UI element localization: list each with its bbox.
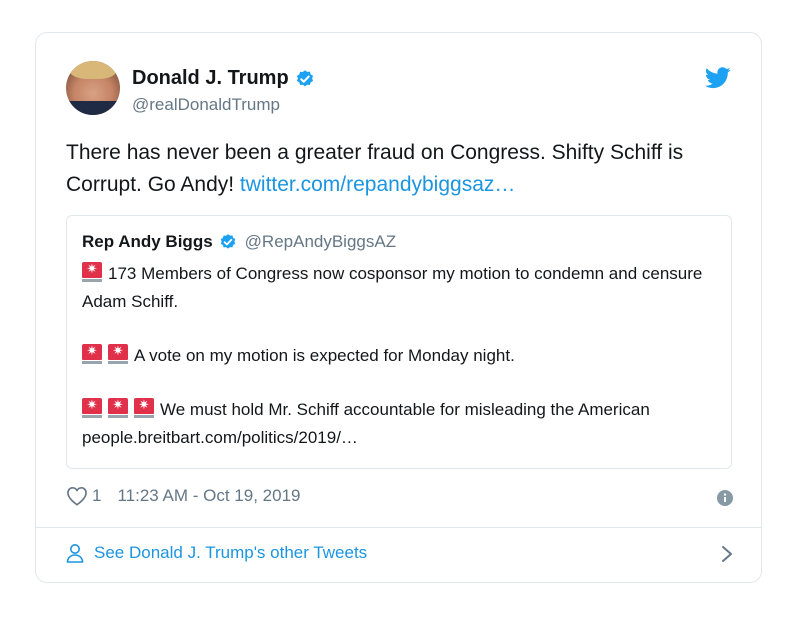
quoted-paragraph-1: ✷ 173 Members of Congress now cosponsor m… [82, 260, 722, 316]
avatar-hair [70, 61, 116, 79]
twitter-bird-icon[interactable] [705, 67, 731, 89]
quoted-tweet-body: ✷ 173 Members of Congress now cosponsor m… [82, 260, 722, 478]
other-tweets-link[interactable]: See Donald J. Trump's other Tweets [66, 543, 733, 563]
quoted-text-1: 173 Members of Congress now cosponsor my… [82, 264, 703, 311]
heart-icon[interactable] [66, 486, 88, 506]
quoted-paragraph-2: ✷ ✷ A vote on my motion is expected for Mo… [82, 342, 722, 370]
quoted-text-2: A vote on my motion is expected for Mond… [134, 346, 515, 365]
author-name[interactable]: Donald J. Trump [132, 67, 289, 90]
quoted-paragraph-3: ✷ ✷ ✷ We must hold Mr. Schiff accountable f… [82, 396, 722, 452]
siren-emoji-icon: ✷ [134, 398, 154, 418]
other-tweets-label[interactable]: See Donald J. Trump's other Tweets [94, 543, 367, 563]
tweet-timestamp[interactable]: 11:23 AM - Oct 19, 2019 [117, 486, 300, 506]
quoted-tweet[interactable]: Rep Andy Biggs @RepAndyBiggsAZ ✷ 173 Memb… [66, 215, 732, 469]
siren-group: ✷ ✷ [82, 344, 134, 365]
chevron-right-icon[interactable] [721, 545, 733, 563]
author-name-row[interactable]: Donald J. Trump [132, 67, 315, 90]
person-icon [66, 544, 84, 563]
quoted-author-handle[interactable]: @RepAndyBiggsAZ [245, 232, 396, 252]
tweet-card[interactable]: Donald J. Trump @realDonaldTrump There h… [35, 32, 762, 583]
tweet-text: There has never been a greater fraud on … [66, 137, 736, 201]
quoted-text-3: We must hold Mr. Schiff accountable for … [82, 400, 650, 447]
tweet-link[interactable]: twitter.com/repandybiggsaz… [240, 173, 515, 196]
info-icon[interactable] [717, 490, 733, 506]
quoted-tweet-header: Rep Andy Biggs @RepAndyBiggsAZ [82, 232, 396, 252]
verified-badge-icon [220, 234, 235, 249]
author-handle[interactable]: @realDonaldTrump [132, 95, 280, 115]
like-count[interactable]: 1 [92, 486, 101, 506]
siren-emoji-icon: ✷ [82, 344, 102, 364]
divider [36, 527, 761, 528]
avatar[interactable] [66, 61, 120, 115]
siren-group: ✷ ✷ ✷ [82, 398, 160, 419]
siren-group: ✷ [82, 262, 108, 283]
siren-emoji-icon: ✷ [82, 262, 102, 282]
siren-emoji-icon: ✷ [108, 344, 128, 364]
siren-emoji-icon: ✷ [108, 398, 128, 418]
avatar-suit [66, 101, 120, 115]
siren-emoji-icon: ✷ [82, 398, 102, 418]
tweet-meta: 1 11:23 AM - Oct 19, 2019 [66, 486, 733, 506]
verified-badge-icon [296, 69, 313, 86]
quoted-author-name[interactable]: Rep Andy Biggs [82, 232, 213, 252]
